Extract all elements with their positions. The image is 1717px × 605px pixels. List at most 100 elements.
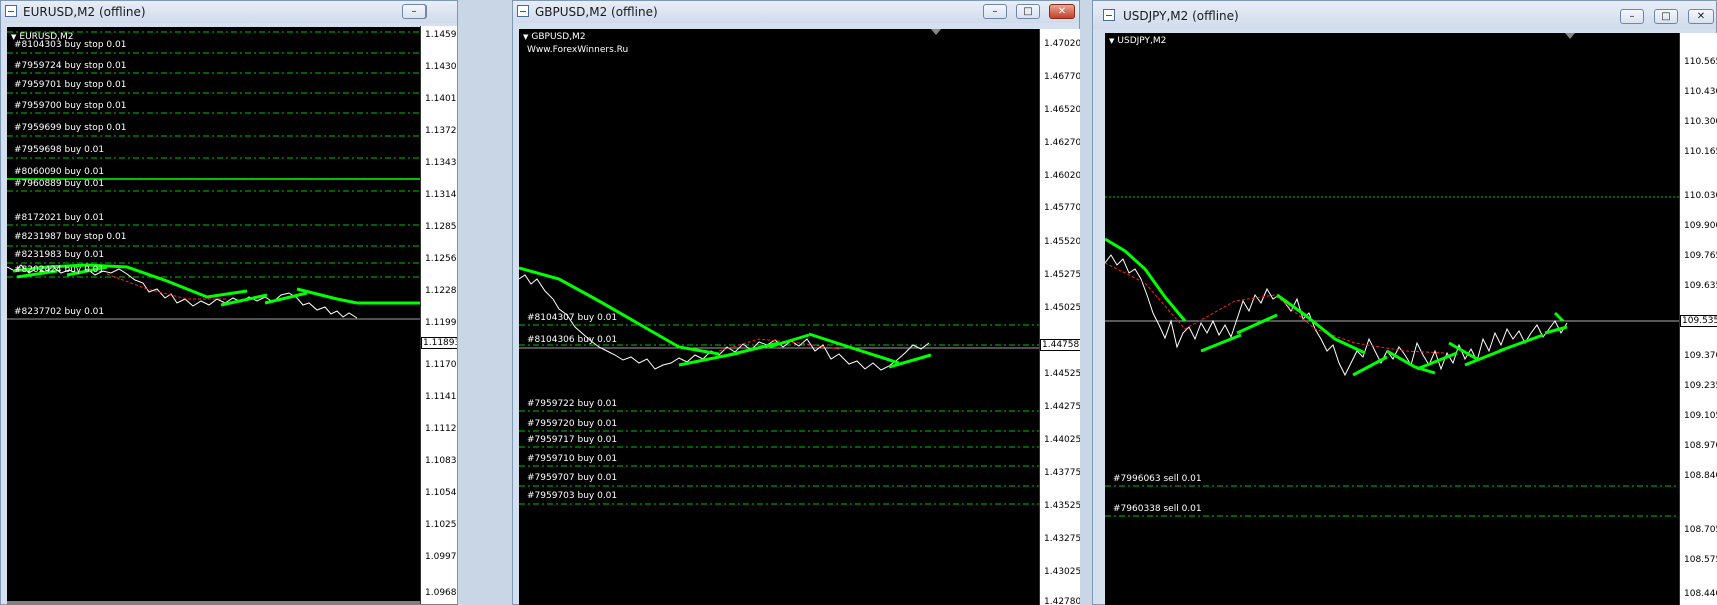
price-tick: 110.300 (1684, 117, 1717, 127)
price-tick: 1.43525 (1044, 501, 1080, 511)
price-tick: 1.42780 (1044, 597, 1080, 605)
close-button[interactable]: ✕ (1049, 4, 1075, 19)
price-tick: 1.13435 (425, 158, 457, 168)
price-tick: 1.45770 (1044, 203, 1080, 213)
horizontal-scrollbar[interactable] (7, 601, 457, 605)
price-tick: 108.705 (1684, 525, 1717, 535)
gbpusd-price-scale: 1.47020 1.46770 1.46520 1.46270 1.46020 … (1039, 29, 1080, 605)
order-label: #8202424 buy 0.01 (14, 265, 105, 275)
order-label: #7959717 buy 0.01 (527, 435, 618, 445)
price-tick: 109.235 (1684, 381, 1717, 391)
price-tick: 1.09970 (425, 552, 457, 562)
price-tick: 1.46270 (1044, 138, 1080, 148)
price-tick: 1.14300 (425, 62, 457, 72)
order-label: #7959720 buy 0.01 (527, 419, 618, 429)
price-tick: 1.46020 (1044, 171, 1080, 181)
price-tick: 1.11990 (425, 318, 457, 328)
order-label: #7959724 buy stop 0.01 (14, 61, 127, 71)
price-tick: 108.575 (1684, 555, 1717, 565)
price-tick: 1.13145 (425, 190, 457, 200)
order-label: #8231983 buy 0.01 (14, 250, 105, 260)
eurusd-window: EURUSD,M2 (offline) – □ □ EURUSD,M2 (0, 0, 458, 605)
order-label: #8237702 buy 0.01 (14, 307, 105, 317)
minimize-button[interactable]: – (983, 4, 1007, 19)
price-tick: 110.430 (1684, 87, 1717, 97)
minimize-button[interactable]: – (1620, 9, 1644, 24)
price-tick: 108.440 (1684, 589, 1717, 599)
window-title: GBPUSD,M2 (offline) (535, 5, 658, 19)
usdjpy-price-scale: 110.565 110.430 110.300 110.165 110.030 … (1679, 33, 1717, 605)
price-tick: 108.840 (1684, 471, 1717, 481)
order-label: #8104306 buy 0.01 (527, 335, 618, 345)
order-label: #8060090 buy 0.01 (14, 167, 105, 177)
window-title: EURUSD,M2 (offline) (23, 5, 146, 19)
order-label: #8104303 buy stop 0.01 (14, 40, 127, 50)
gbpusd-window: GBPUSD,M2 (offline) GBPUSD,M2 Www.ForexW… (512, 0, 1080, 605)
price-tick: 1.10835 (425, 456, 457, 466)
chart-window-icon (517, 5, 529, 17)
price-tick: 109.105 (1684, 411, 1717, 421)
price-tick: 1.14590 (425, 30, 457, 40)
price-tick: 1.46770 (1044, 72, 1080, 82)
maximize-button[interactable]: □ (1654, 9, 1678, 24)
price-tick: 109.765 (1684, 251, 1717, 261)
price-tick: 1.10545 (425, 488, 457, 498)
order-label: #7960338 sell 0.01 (1113, 504, 1202, 514)
eurusd-price-scale: 1.14590 1.14300 1.14010 1.13720 1.13435 … (420, 26, 457, 604)
price-tick: 110.165 (1684, 147, 1717, 157)
price-tick: 1.12280 (425, 286, 457, 296)
order-label: #8231987 buy stop 0.01 (14, 232, 127, 242)
price-tick: 108.970 (1684, 441, 1717, 451)
order-label: #7959722 buy 0.01 (527, 399, 618, 409)
order-label: #7959699 buy stop 0.01 (14, 123, 127, 133)
order-label: #7960889 buy 0.01 (14, 179, 105, 189)
price-tick: 1.43025 (1044, 567, 1080, 577)
price-tick: 1.45275 (1044, 270, 1080, 280)
order-label: #7959707 buy 0.01 (527, 473, 618, 483)
order-label: #7959698 buy 0.01 (14, 145, 105, 155)
order-label: #7959710 buy 0.01 (527, 454, 618, 464)
price-tick: 1.13720 (425, 126, 457, 136)
price-tick: 1.46520 (1044, 105, 1080, 115)
current-price-tag: 109.535 (1680, 315, 1717, 327)
current-price-tag: 1.11893 (421, 337, 457, 349)
eurusd-titlebar[interactable]: EURUSD,M2 (offline) – □ □ (1, 1, 457, 23)
price-tick: 1.12855 (425, 222, 457, 232)
price-tick: 1.45025 (1044, 303, 1080, 313)
order-label: #7996063 sell 0.01 (1113, 474, 1202, 484)
order-label: #8104307 buy 0.01 (527, 313, 618, 323)
current-price-tag: 1.44758 (1040, 339, 1080, 351)
price-tick: 1.44525 (1044, 369, 1080, 379)
chart-window-icon (1103, 9, 1115, 21)
price-tick: 1.45520 (1044, 237, 1080, 247)
price-tick: 1.11125 (425, 424, 457, 434)
price-tick: 110.565 (1684, 57, 1717, 67)
order-label: #8172021 buy 0.01 (14, 213, 105, 223)
close-button[interactable]: ✕ (1688, 9, 1714, 24)
order-label: #7959703 buy 0.01 (527, 491, 618, 501)
price-tick: 1.11700 (425, 360, 457, 370)
price-tick: 1.10255 (425, 520, 457, 530)
usdjpy-window: USDJPY,M2 (offline) USDJPY,M2 (1092, 0, 1717, 605)
price-tick: 1.09680 (425, 588, 457, 598)
minimize-button[interactable]: – (402, 4, 426, 19)
chart-window-icon (5, 5, 17, 17)
order-label: #7959700 buy stop 0.01 (14, 101, 127, 111)
usdjpy-price-plot (1105, 196, 1679, 517)
price-tick: 1.44275 (1044, 402, 1080, 412)
price-tick: 1.47020 (1044, 39, 1080, 49)
window-title: USDJPY,M2 (offline) (1123, 9, 1239, 23)
price-tick: 109.635 (1684, 281, 1717, 291)
order-label: #7959701 buy stop 0.01 (14, 80, 127, 90)
price-tick: 109.900 (1684, 221, 1717, 231)
price-tick: 1.44025 (1044, 435, 1080, 445)
eurusd-chart-area[interactable]: EURUSD,M2 (7, 27, 457, 605)
price-tick: 1.14010 (425, 94, 457, 104)
price-tick: 1.11410 (425, 392, 457, 402)
gbpusd-chart-area[interactable]: GBPUSD,M2 Www.ForexWinners.Ru (519, 29, 1039, 605)
price-tick: 1.12565 (425, 254, 457, 264)
price-tick: 110.030 (1684, 191, 1717, 201)
usdjpy-chart-area[interactable]: USDJPY,M2 (1105, 33, 1679, 605)
maximize-button[interactable]: □ (1016, 4, 1040, 19)
price-tick: 1.43275 (1044, 534, 1080, 544)
